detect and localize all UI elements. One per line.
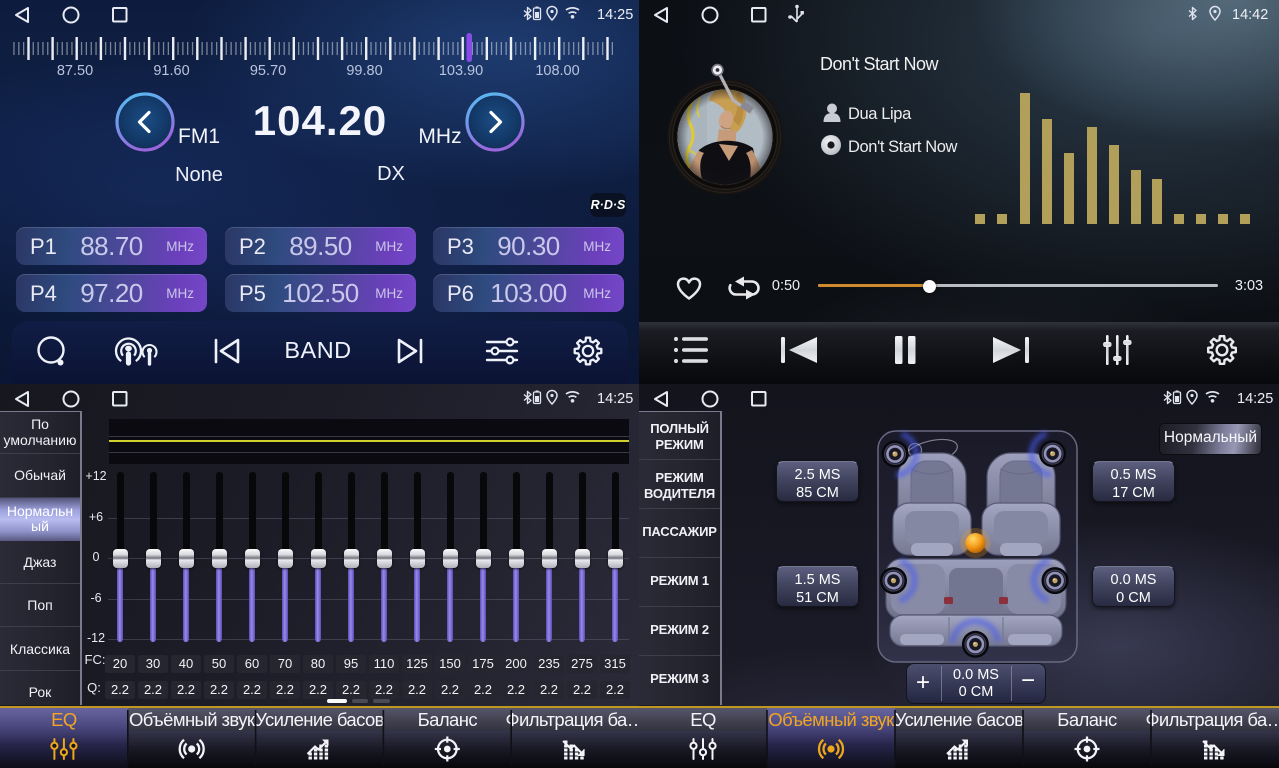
svg-text:14:25: 14:25 <box>597 7 633 23</box>
svg-text:14:25: 14:25 <box>1237 391 1273 407</box>
svg-text:14:25: 14:25 <box>597 391 633 407</box>
svg-text:14:42: 14:42 <box>1232 7 1268 23</box>
